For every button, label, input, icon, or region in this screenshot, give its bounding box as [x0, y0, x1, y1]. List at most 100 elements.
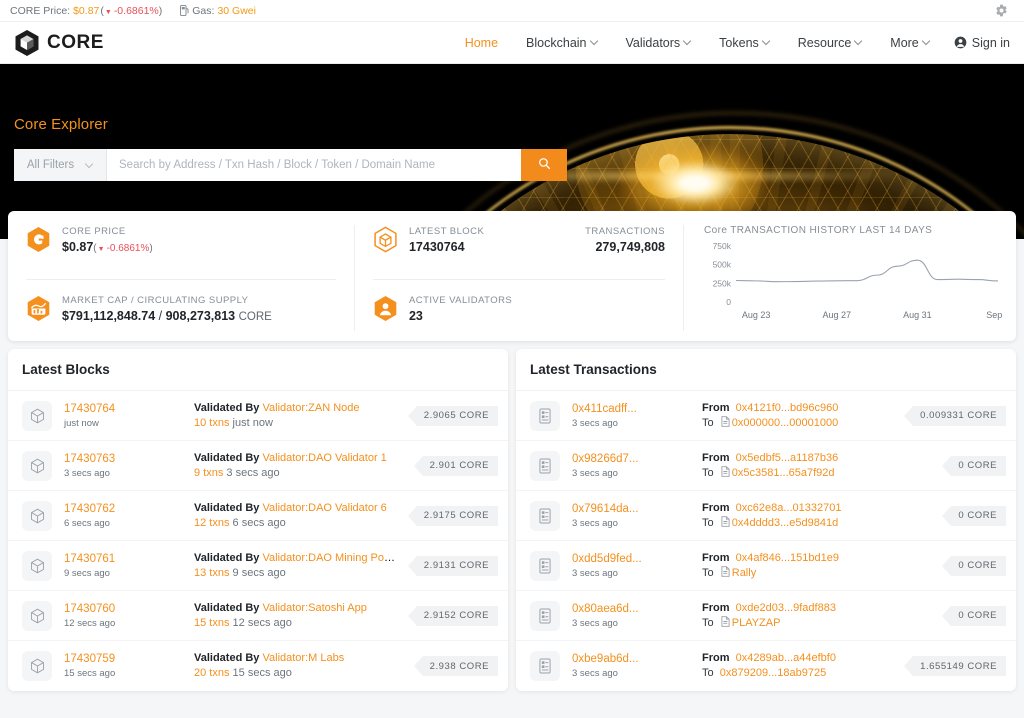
txn-hash-link[interactable]: 0x411cadff...: [572, 402, 690, 416]
gas-ticker: Gas: 30 Gwei: [180, 5, 256, 17]
transaction-row[interactable]: 0x411cadff... 3 secs ago From 0x4121f0..…: [516, 391, 1016, 441]
gas-value: 30 Gwei: [217, 4, 256, 17]
stat-market-cap: MARKET CAP / CIRCULATING SUPPLY $791,112…: [26, 280, 336, 330]
transaction-icon: [530, 600, 560, 631]
nav-item-home[interactable]: Home: [451, 30, 512, 56]
validator-link[interactable]: Validator:M Labs: [262, 652, 344, 664]
block-row[interactable]: 17430762 6 secs ago Validated By Validat…: [8, 491, 508, 541]
txn-hash-link[interactable]: 0x80aea6d...: [572, 602, 690, 616]
from-address-link[interactable]: 0xc62e8a...01332701: [736, 502, 842, 514]
validator-link[interactable]: Validator:DAO Mining Pool 2: [262, 552, 398, 564]
stat-label: CORE PRICE: [62, 226, 126, 237]
block-height-cell: 17430759 15 secs ago: [64, 652, 182, 680]
to-label: To: [702, 566, 714, 579]
nav-item-more[interactable]: More: [876, 30, 943, 56]
block-txns-link[interactable]: 13 txns: [194, 567, 229, 579]
gear-icon[interactable]: [995, 4, 1008, 17]
block-validated-by: Validated By Validator:ZAN Node: [194, 401, 399, 416]
circulating-supply-amount: 908,273,813: [165, 309, 236, 323]
from-label: From: [702, 401, 730, 414]
block-row[interactable]: 17430759 15 secs ago Validated By Valida…: [8, 641, 508, 691]
validator-link[interactable]: Validator:DAO Validator 1: [262, 452, 386, 464]
panel-title: Latest Transactions: [516, 349, 1016, 391]
to-address-link[interactable]: 0x000000...00001000: [732, 417, 838, 429]
hero-content: Core Explorer All Filters: [0, 64, 1024, 181]
from-address-link[interactable]: 0x4289ab...a44efbf0: [736, 652, 836, 664]
cube-icon: [22, 550, 52, 581]
search-input[interactable]: [107, 149, 521, 181]
block-height-link[interactable]: 17430761: [64, 552, 182, 566]
block-txns-link[interactable]: 20 txns: [194, 667, 229, 679]
block-txns-link[interactable]: 15 txns: [194, 617, 229, 629]
validator-link[interactable]: Validator:ZAN Node: [262, 402, 359, 414]
to-address-link[interactable]: 0x879209...18ab9725: [720, 667, 826, 679]
search-button[interactable]: [521, 149, 567, 181]
nav-item-validators[interactable]: Validators: [612, 30, 706, 56]
block-validated-by: Validated By Validator:DAO Mining Pool 2: [194, 551, 399, 566]
navbar: CORE Home Blockchain Validators Tokens R…: [0, 22, 1024, 64]
from-address-link[interactable]: 0x4121f0...bd96c960: [736, 402, 839, 414]
chart-title: Core TRANSACTION HISTORY LAST 14 DAYS: [704, 225, 1004, 236]
price-change-group: (▼ -0.6861%): [100, 5, 162, 17]
transaction-row[interactable]: 0x80aea6d... 3 secs ago From 0xde2d03...…: [516, 591, 1016, 641]
to-address-link[interactable]: Rally: [732, 567, 756, 579]
sign-in-button[interactable]: Sign in: [944, 36, 1010, 50]
to-address-link[interactable]: PLAYZAP: [732, 617, 781, 629]
block-height-link[interactable]: 17430760: [64, 602, 182, 616]
chart-x-tick-label: Aug 31: [903, 310, 932, 320]
block-height-link[interactable]: 17430764: [64, 402, 182, 416]
block-txns-link[interactable]: 12 txns: [194, 517, 229, 529]
block-height-link[interactable]: 17430759: [64, 652, 182, 666]
block-reward-badge: 2.938 CORE: [413, 656, 498, 676]
txn-from-line: From 0xc62e8a...01332701: [702, 501, 933, 516]
nav-item-label: Home: [464, 35, 499, 50]
stats-section: CORE PRICE $0.87(▼ -0.6861%) MARKET CAP /…: [0, 211, 1024, 341]
chevron-down-icon: [591, 38, 598, 45]
block-row[interactable]: 17430763 3 secs ago Validated By Validat…: [8, 441, 508, 491]
from-address-link[interactable]: 0xde2d03...9fadf883: [736, 602, 836, 614]
transactions-list: 0x411cadff... 3 secs ago From 0x4121f0..…: [516, 391, 1016, 691]
txn-to-line: To PLAYZAP: [702, 615, 933, 631]
nav-item-blockchain[interactable]: Blockchain: [512, 30, 611, 56]
brand-logo-link[interactable]: CORE: [14, 29, 104, 57]
chevron-down-icon: [855, 38, 862, 45]
chevron-down-icon: [86, 161, 93, 168]
block-reward-badge: 2.9131 CORE: [407, 555, 498, 576]
block-height-link[interactable]: 17430763: [64, 452, 182, 466]
txn-hash-link[interactable]: 0xdd5d9fed...: [572, 552, 690, 566]
transaction-row[interactable]: 0x98266d7... 3 secs ago From 0x5edbf5...…: [516, 441, 1016, 491]
from-address-link[interactable]: 0x5edbf5...a1187b36: [736, 452, 839, 464]
blocks-list: 17430764 just now Validated By Validator…: [8, 391, 508, 691]
block-details-cell: Validated By Validator:DAO Mining Pool 2…: [194, 551, 399, 581]
all-filters-dropdown[interactable]: All Filters: [14, 149, 107, 181]
block-row[interactable]: 17430760 12 secs ago Validated By Valida…: [8, 591, 508, 641]
block-row[interactable]: 17430764 just now Validated By Validator…: [8, 391, 508, 441]
block-txns-link[interactable]: 9 txns: [194, 467, 223, 479]
txn-value-badge: 0 CORE: [942, 555, 1006, 576]
from-address-link[interactable]: 0x4af846...151bd1e9: [736, 552, 839, 564]
block-height-cell: 17430760 12 secs ago: [64, 602, 182, 630]
txn-from-line: From 0x4121f0...bd96c960: [702, 401, 895, 416]
to-address-link[interactable]: 0x4dddd3...e5d9841d: [732, 517, 838, 529]
transaction-row[interactable]: 0xdd5d9fed... 3 secs ago From 0x4af846..…: [516, 541, 1016, 591]
block-txns-link[interactable]: 10 txns: [194, 417, 229, 429]
validated-by-label: Validated By: [194, 551, 260, 564]
stat-value: 23: [408, 309, 423, 323]
to-address-link[interactable]: 0x5c3581...65a7f92d: [732, 467, 835, 479]
cube-icon: [22, 500, 52, 531]
validator-link[interactable]: Validator:Satoshi App: [262, 602, 366, 614]
txn-hash-link[interactable]: 0xbe9ab6d...: [572, 652, 690, 666]
nav-item-resource[interactable]: Resource: [784, 30, 877, 56]
block-height-link[interactable]: 17430762: [64, 502, 182, 516]
txn-hash-link[interactable]: 0x79614da...: [572, 502, 690, 516]
transaction-row[interactable]: 0xbe9ab6d... 3 secs ago From 0x4289ab...…: [516, 641, 1016, 691]
search-bar: All Filters: [14, 149, 567, 181]
validator-link[interactable]: Validator:DAO Validator 6: [262, 502, 386, 514]
nav-item-tokens[interactable]: Tokens: [705, 30, 784, 56]
block-age: 9 secs ago: [64, 567, 110, 579]
cube-icon: [373, 226, 398, 254]
to-label: To: [702, 516, 714, 529]
transaction-row[interactable]: 0x79614da... 3 secs ago From 0xc62e8a...…: [516, 491, 1016, 541]
block-row[interactable]: 17430761 9 secs ago Validated By Validat…: [8, 541, 508, 591]
txn-hash-link[interactable]: 0x98266d7...: [572, 452, 690, 466]
